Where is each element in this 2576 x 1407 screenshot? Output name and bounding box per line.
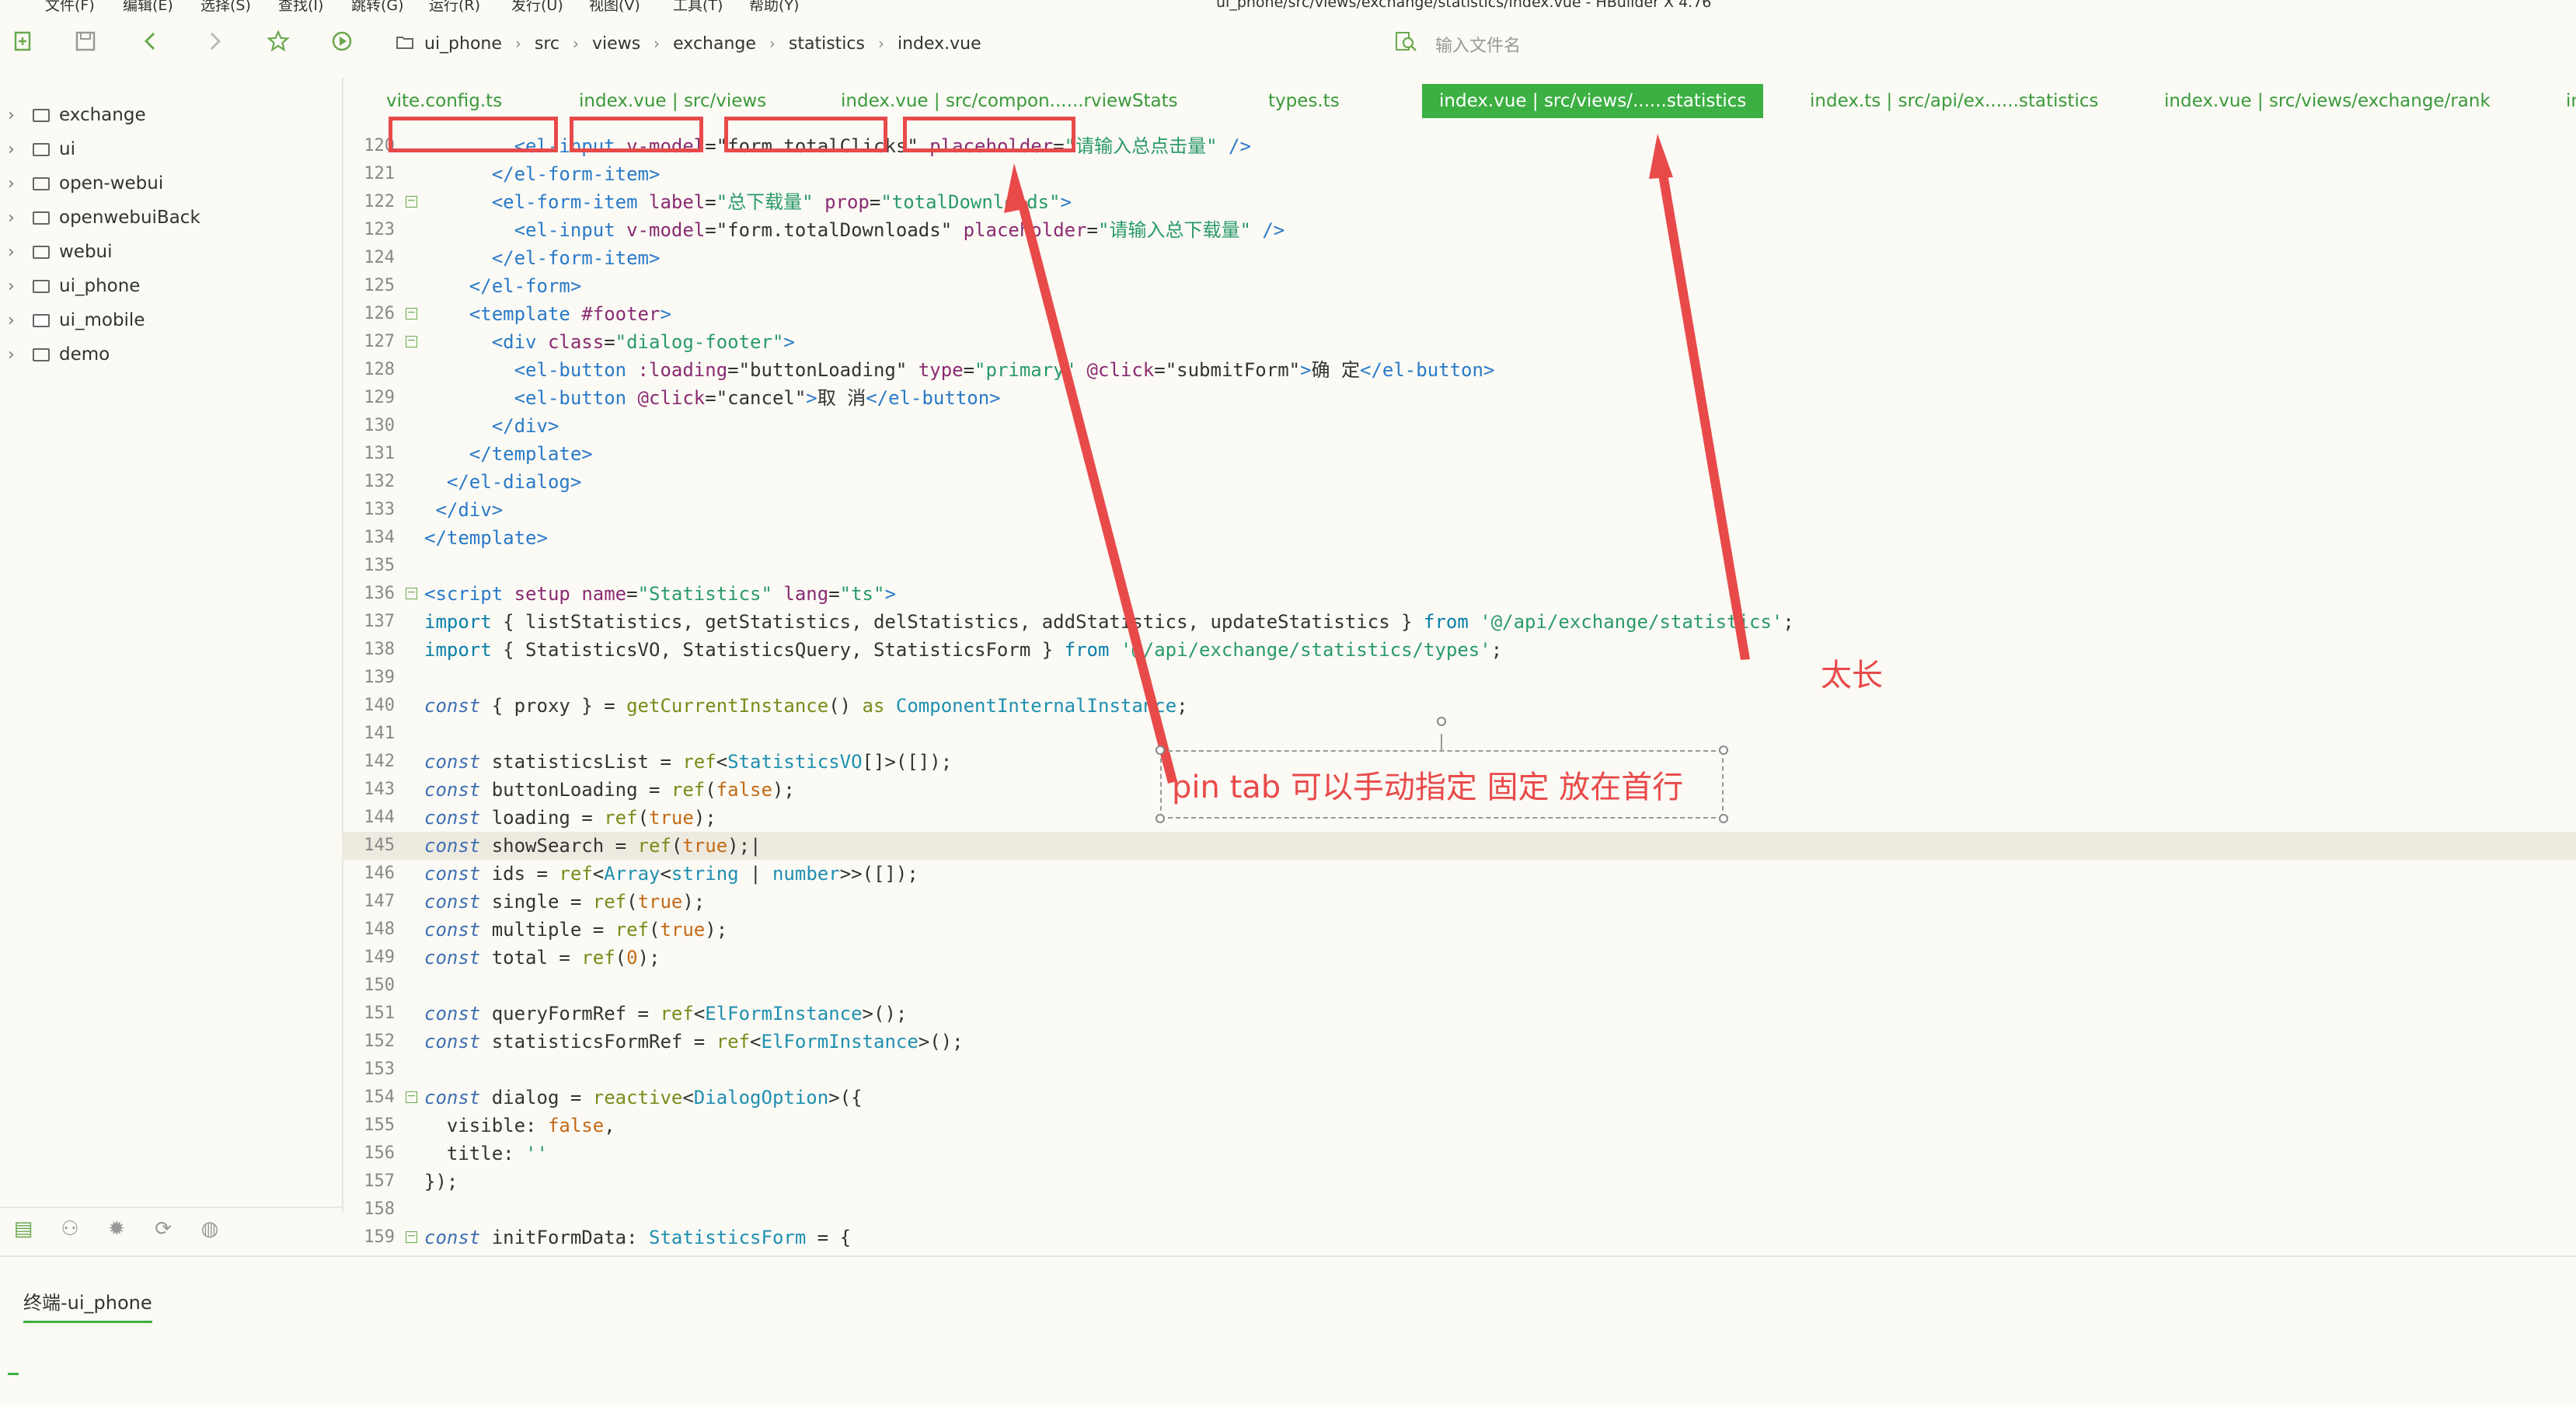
resize-handle[interactable]: [1719, 814, 1728, 823]
tab[interactable]: index.ts | src/api/ex......statistics: [1810, 84, 2099, 118]
resize-handle[interactable]: [1719, 745, 1728, 755]
tab[interactable]: index.vue | src/views/exchange/rank: [2164, 84, 2491, 118]
rotate-handle[interactable]: [1437, 717, 1446, 726]
terminal-tab[interactable]: 终端-ui_phone: [23, 1287, 152, 1323]
resize-handle[interactable]: [1156, 745, 1165, 755]
tab[interactable]: vite.config.ts: [386, 84, 502, 118]
tab[interactable]: index.vue | src/views: [579, 84, 766, 118]
terminal-cursor: [8, 1373, 19, 1375]
tab-active[interactable]: index.vue | src/views/......statistics: [1422, 84, 1764, 118]
terminal-panel: [0, 1255, 2576, 1407]
annotation-arrows: [1004, 134, 1750, 784]
tab[interactable]: index.vue | src/compon......rviewStats: [841, 84, 1178, 118]
resize-handle[interactable]: [1156, 814, 1165, 823]
pin-tab-note: pin tab 可以手动指定 固定 放在首行: [1172, 770, 1684, 805]
tab[interactable]: types.ts: [1268, 84, 1340, 118]
tab[interactable]: in: [2566, 84, 2576, 118]
too-long-note: 太长: [1821, 658, 1883, 693]
